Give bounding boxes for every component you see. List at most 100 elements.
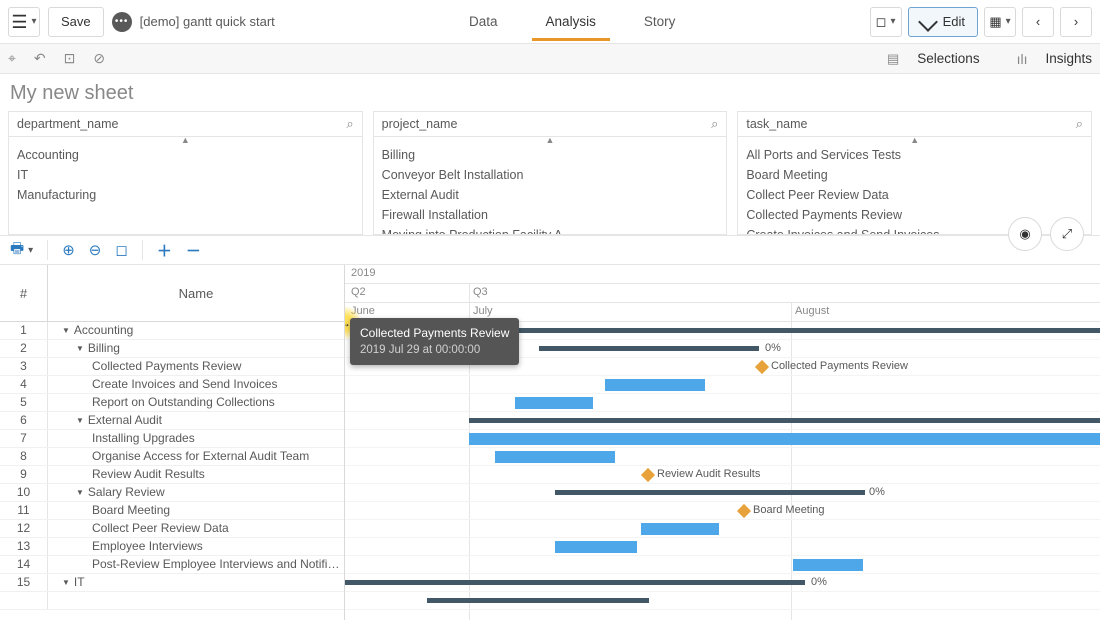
timeline-header: 2019 Q2 Q3 June July August bbox=[345, 265, 1100, 322]
table-row[interactable]: 8Organise Access for External Audit Team bbox=[0, 448, 344, 466]
table-row[interactable]: 14Post-Review Employee Interviews and No… bbox=[0, 556, 344, 574]
gantt-summary-bar[interactable] bbox=[469, 328, 1100, 333]
bookmark-button[interactable]: ◻ bbox=[870, 7, 902, 37]
save-button[interactable]: Save bbox=[48, 7, 104, 37]
tab-data[interactable]: Data bbox=[465, 14, 502, 29]
timeline-quarter: Q2 bbox=[351, 286, 366, 298]
gantt-task-bar[interactable] bbox=[555, 541, 637, 553]
gantt-task-bar[interactable] bbox=[469, 433, 1100, 445]
chevron-down-icon[interactable]: ▼ bbox=[76, 344, 84, 353]
gantt-milestone[interactable] bbox=[641, 468, 655, 482]
menu-button[interactable]: ☰ bbox=[8, 7, 40, 37]
insights-icon[interactable]: ılı bbox=[1017, 51, 1028, 67]
gantt-timeline[interactable]: 2019 Q2 Q3 June July August 0% Collected … bbox=[345, 265, 1100, 620]
smart-search-icon[interactable]: ⌖ bbox=[8, 50, 16, 67]
table-row[interactable]: 11Board Meeting bbox=[0, 502, 344, 520]
list-item[interactable]: All Ports and Services Tests bbox=[738, 145, 1091, 165]
gantt-summary-bar[interactable] bbox=[555, 490, 865, 495]
gantt-milestone[interactable] bbox=[737, 504, 751, 518]
next-sheet-button[interactable]: › bbox=[1060, 7, 1092, 37]
print-button[interactable]: 🖶 bbox=[10, 238, 33, 263]
insights-label[interactable]: Insights bbox=[1045, 51, 1092, 66]
tooltip-subtitle: 2019 Jul 29 at 00:00:00 bbox=[360, 342, 509, 359]
zoom-out-icon[interactable]: ⊖ bbox=[89, 241, 102, 259]
expand-all-icon[interactable]: ＋ bbox=[157, 240, 172, 261]
table-row[interactable]: 4Create Invoices and Send Invoices bbox=[0, 376, 344, 394]
table-row[interactable]: 6▼External Audit bbox=[0, 412, 344, 430]
tab-story[interactable]: Story bbox=[640, 14, 680, 29]
list-item[interactable]: Firewall Installation bbox=[374, 205, 727, 225]
fullscreen-button[interactable]: ⤢ bbox=[1050, 217, 1084, 251]
list-item[interactable]: External Audit bbox=[374, 185, 727, 205]
table-row[interactable]: 2▼Billing bbox=[0, 340, 344, 358]
list-item[interactable]: Accounting bbox=[9, 145, 362, 165]
selections-label[interactable]: Selections bbox=[917, 51, 979, 66]
table-row[interactable]: 5Report on Outstanding Collections bbox=[0, 394, 344, 412]
table-row[interactable] bbox=[0, 592, 344, 610]
gantt-task-bar[interactable] bbox=[641, 523, 719, 535]
list-item[interactable]: Board Meeting bbox=[738, 165, 1091, 185]
step-forward-icon[interactable]: ⊡ bbox=[64, 50, 76, 67]
search-icon[interactable]: ⌕ bbox=[346, 116, 353, 132]
list-item[interactable]: Manufacturing bbox=[9, 185, 362, 205]
table-row[interactable]: 12Collect Peer Review Data bbox=[0, 520, 344, 538]
timeline-month: July bbox=[473, 305, 493, 317]
grid-col-number[interactable]: # bbox=[0, 265, 48, 321]
gantt-task-bar[interactable] bbox=[495, 451, 615, 463]
gantt-bar-label: 0% bbox=[869, 486, 885, 498]
prev-sheet-button[interactable]: ‹ bbox=[1022, 7, 1054, 37]
table-row[interactable]: 7Installing Upgrades bbox=[0, 430, 344, 448]
gantt-bar-label: Review Audit Results bbox=[657, 468, 760, 480]
app-logo-icon: ••• bbox=[112, 12, 132, 32]
right-controls: ◻ Edit ▦ ‹ › bbox=[870, 7, 1092, 37]
gantt-toolbar: 🖶 ⊕ ⊖ ◻ ＋ － bbox=[0, 235, 1100, 265]
list-item[interactable]: IT bbox=[9, 165, 362, 185]
gantt-bar-label: Collected Payments Review bbox=[771, 360, 908, 372]
chevron-down-icon[interactable]: ▼ bbox=[76, 416, 84, 425]
edit-label: Edit bbox=[943, 14, 965, 29]
gantt-task-bar[interactable] bbox=[605, 379, 705, 391]
collapse-all-icon[interactable]: － bbox=[186, 240, 201, 261]
grid-col-name[interactable]: Name bbox=[48, 265, 344, 321]
clear-selections-icon[interactable]: ⊘ bbox=[93, 50, 105, 67]
filter-pane-project[interactable]: project_name ⌕ ▲ BillingConveyor Belt In… bbox=[373, 111, 728, 235]
list-item[interactable]: Conveyor Belt Installation bbox=[374, 165, 727, 185]
gantt-chart: # Name 1▼Accounting2▼Billing3Collected P… bbox=[0, 265, 1100, 620]
list-item[interactable]: Collect Peer Review Data bbox=[738, 185, 1091, 205]
snapshot-button[interactable]: ◉ bbox=[1008, 217, 1042, 251]
gantt-task-bar[interactable] bbox=[515, 397, 593, 409]
gantt-summary-bar[interactable] bbox=[345, 580, 805, 585]
chevron-down-icon[interactable]: ▼ bbox=[62, 578, 70, 587]
gantt-summary-bar[interactable] bbox=[427, 598, 649, 603]
step-back-icon[interactable]: ↶ bbox=[34, 50, 46, 67]
filter-pane-department[interactable]: department_name ⌕ ▲ AccountingITManufact… bbox=[8, 111, 363, 235]
chevron-down-icon[interactable]: ▼ bbox=[62, 326, 70, 335]
tab-analysis[interactable]: Analysis bbox=[542, 14, 600, 29]
zoom-fit-icon[interactable]: ◻ bbox=[115, 241, 127, 259]
app-bar: ☰ Save ••• [demo] gantt quick start Data… bbox=[0, 0, 1100, 44]
table-row[interactable]: 15▼IT bbox=[0, 574, 344, 592]
list-item[interactable]: Moving into Production Facility A bbox=[374, 225, 727, 234]
table-row[interactable]: 10▼Salary Review bbox=[0, 484, 344, 502]
gantt-summary-bar[interactable] bbox=[469, 418, 1100, 423]
chevron-down-icon[interactable]: ▼ bbox=[76, 488, 84, 497]
chevron-left-icon: ‹ bbox=[1036, 14, 1040, 29]
sheets-button[interactable]: ▦ bbox=[984, 7, 1016, 37]
gantt-milestone[interactable] bbox=[755, 360, 769, 374]
table-row[interactable]: 1▼Accounting bbox=[0, 322, 344, 340]
view-tabs: Data Analysis Story bbox=[465, 0, 679, 43]
search-icon[interactable]: ⌕ bbox=[1076, 116, 1083, 132]
table-row[interactable]: 3Collected Payments Review bbox=[0, 358, 344, 376]
table-row[interactable]: 9Review Audit Results bbox=[0, 466, 344, 484]
expand-icon: ⤢ bbox=[1062, 226, 1072, 242]
search-icon[interactable]: ⌕ bbox=[711, 116, 718, 132]
tooltip: Collected Payments Review 2019 Jul 29 at… bbox=[350, 318, 519, 365]
selections-tool-icon[interactable]: ▤ bbox=[887, 51, 899, 67]
list-item[interactable]: Billing bbox=[374, 145, 727, 165]
table-row[interactable]: 13Employee Interviews bbox=[0, 538, 344, 556]
edit-button[interactable]: Edit bbox=[908, 7, 978, 37]
zoom-in-icon[interactable]: ⊕ bbox=[62, 241, 75, 259]
gantt-bar-label: 0% bbox=[765, 342, 781, 354]
gantt-task-bar[interactable] bbox=[793, 559, 863, 571]
gantt-summary-bar[interactable] bbox=[539, 346, 759, 351]
